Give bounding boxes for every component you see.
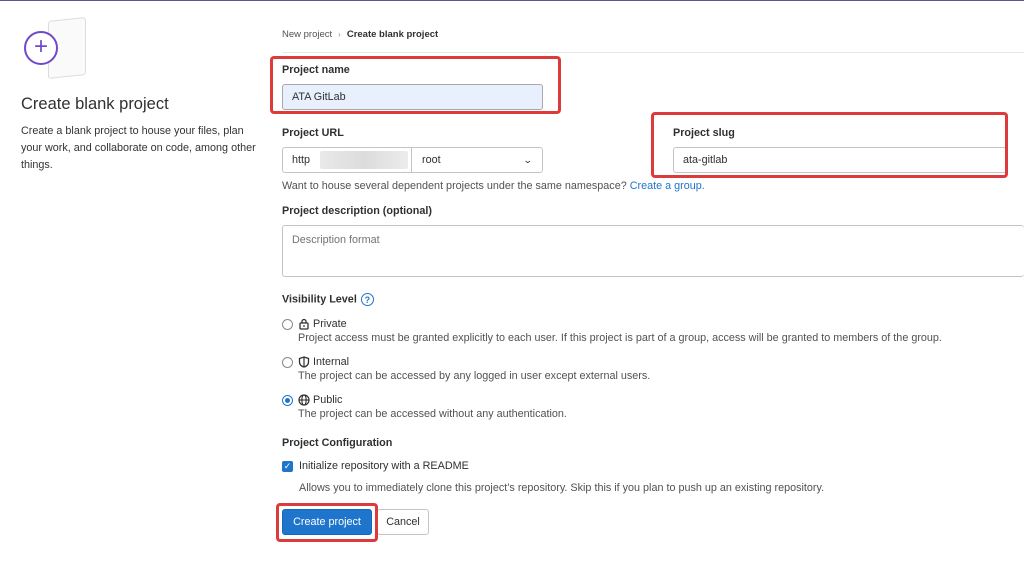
- project-name-value: ATA GitLab: [292, 91, 346, 103]
- plus-icon: +: [24, 31, 58, 65]
- visibility-option-internal[interactable]: Internal The project can be accessed by …: [282, 355, 650, 383]
- private-title: Private: [313, 318, 347, 330]
- namespace-select[interactable]: root ⌄: [412, 147, 543, 173]
- globe-icon: [298, 394, 310, 406]
- namespace-help-sentence: Want to house several dependent projects…: [282, 180, 627, 192]
- project-slug-label: Project slug: [673, 127, 735, 139]
- namespace-help-text: Want to house several dependent projects…: [282, 180, 705, 192]
- project-slug-input[interactable]: ata-gitlab: [673, 147, 1008, 173]
- lock-icon: [299, 318, 309, 330]
- breadcrumb-separator-icon: ›: [338, 30, 341, 39]
- readme-checkbox[interactable]: ✓: [282, 461, 293, 472]
- readme-label[interactable]: Initialize repository with a README: [299, 460, 469, 472]
- project-url-label: Project URL: [282, 127, 344, 139]
- private-description: Project access must be granted explicitl…: [298, 332, 942, 344]
- project-name-label: Project name: [282, 64, 350, 76]
- internal-radio[interactable]: [282, 357, 293, 368]
- divider: [282, 52, 1024, 53]
- project-description-label: Project description (optional): [282, 205, 432, 217]
- namespace-value: root: [422, 154, 441, 166]
- description-placeholder: Description format: [292, 234, 380, 246]
- breadcrumb-current: Create blank project: [346, 29, 439, 40]
- private-radio[interactable]: [282, 319, 293, 330]
- breadcrumb-new-project[interactable]: New project: [282, 29, 332, 40]
- page-title: Create blank project: [21, 95, 169, 113]
- project-name-input[interactable]: ATA GitLab: [282, 84, 543, 110]
- visibility-option-private[interactable]: Private Project access must be granted e…: [282, 317, 942, 345]
- public-radio[interactable]: [282, 395, 293, 406]
- blank-project-illustration: +: [22, 15, 88, 79]
- project-slug-value: ata-gitlab: [683, 154, 728, 166]
- create-project-button[interactable]: Create project: [282, 509, 372, 535]
- chevron-down-icon: ⌄: [523, 154, 534, 165]
- page-description: Create a blank project to house your fil…: [21, 125, 256, 171]
- internal-description: The project can be accessed by any logge…: [298, 370, 651, 382]
- visibility-label-text: Visibility Level: [282, 293, 357, 306]
- create-group-link[interactable]: Create a group.: [630, 180, 705, 192]
- public-title: Public: [313, 394, 343, 406]
- readme-help: Allows you to immediately clone this pro…: [299, 482, 825, 494]
- breadcrumb: New project › Create blank project: [282, 29, 438, 40]
- internal-title: Internal: [313, 356, 350, 368]
- cancel-button[interactable]: Cancel: [377, 509, 429, 535]
- project-description-textarea[interactable]: Description format: [282, 225, 1024, 277]
- shield-icon: [298, 356, 310, 368]
- public-description: The project can be accessed without any …: [298, 408, 567, 420]
- question-icon[interactable]: ?: [360, 293, 374, 306]
- redacted-host: [320, 151, 408, 169]
- visibility-label: Visibility Level?: [282, 293, 374, 306]
- configuration-label: Project Configuration: [282, 437, 393, 449]
- visibility-option-public[interactable]: Public The project can be accessed witho…: [282, 393, 567, 421]
- project-url-prefix-text: http: [292, 154, 311, 166]
